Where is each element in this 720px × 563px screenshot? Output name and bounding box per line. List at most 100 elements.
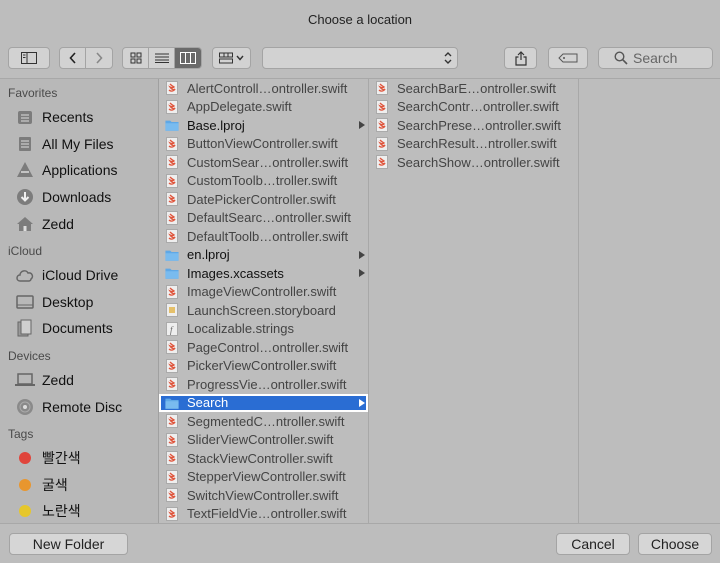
swift-file-icon (165, 192, 187, 207)
sidebar-item-desktop[interactable]: Desktop (0, 289, 158, 316)
file-name-label: DatePickerController.swift (187, 191, 336, 207)
file-row-localizable-strings[interactable]: f Localizable.strings (159, 320, 368, 339)
sidebar-item-label: Documents (42, 320, 113, 337)
folder-icon (165, 118, 187, 132)
file-row-stackviewcontroller-swift[interactable]: StackViewController.swift (159, 449, 368, 468)
file-name-label: Base.lproj (187, 117, 245, 133)
swift-file-icon (165, 451, 187, 466)
chevron-down-icon (236, 55, 244, 61)
sidebar-item-documents[interactable]: Documents (0, 315, 158, 342)
sidebar-item-label: iCloud Drive (42, 267, 119, 284)
new-folder-button[interactable]: New Folder (9, 533, 128, 555)
sidebar-item-all-my-files[interactable]: All My Files (0, 131, 158, 158)
list-view-button[interactable] (149, 48, 175, 68)
file-row-searchbare-ontroller-swift[interactable]: SearchBarE…ontroller.swift (369, 79, 578, 98)
chevron-left-icon (68, 52, 76, 64)
swift-file-icon (165, 432, 187, 447)
folder-row-search[interactable]: Search (159, 393, 368, 412)
sidebar-item-applications[interactable]: Applications (0, 157, 158, 184)
swift-file-icon (165, 469, 187, 484)
swift-file-icon (165, 284, 187, 299)
column-view-button[interactable] (175, 48, 201, 68)
home-icon (15, 215, 35, 233)
file-row-segmentedc-ntroller-swift[interactable]: SegmentedC…ntroller.swift (159, 412, 368, 431)
sidebar-item-home[interactable]: Zedd (0, 210, 158, 237)
tag-button[interactable] (548, 47, 588, 69)
swift-file-icon (375, 136, 397, 151)
sidebar-item-remote-disc[interactable]: Remote Disc (0, 393, 158, 420)
sidebar-item-label: Applications (42, 162, 118, 179)
sidebar-item-icloud-drive[interactable]: iCloud Drive (0, 262, 158, 289)
recents-icon (15, 108, 35, 126)
sidebar-item-recents[interactable]: Recents (0, 104, 158, 131)
file-row-imageviewcontroller-swift[interactable]: ImageViewController.swift (159, 283, 368, 302)
file-row-customtoolb-troller-swift[interactable]: CustomToolb…troller.swift (159, 172, 368, 191)
swift-file-icon (375, 118, 397, 133)
location-popup[interactable] (262, 47, 458, 69)
file-row-launchscreen-storyboard[interactable]: LaunchScreen.storyboard (159, 301, 368, 320)
share-button[interactable] (504, 47, 537, 69)
sidebar-item-tag-yellow[interactable]: 노란색 (0, 498, 158, 523)
file-row-stepperviewcontroller-swift[interactable]: StepperViewController.swift (159, 468, 368, 487)
sidebar-item-tag-orange[interactable]: 굴색 (0, 472, 158, 499)
file-name-label: ImageViewController.swift (187, 284, 337, 300)
sidebar-item-tag-red[interactable]: 빨간색 (0, 445, 158, 472)
file-name-label: SearchResult…ntroller.swift (397, 136, 557, 152)
search-icon (614, 51, 628, 65)
icon-view-button[interactable] (123, 48, 149, 68)
file-row-sliderviewcontroller-swift[interactable]: SliderViewController.swift (159, 431, 368, 450)
folder-row-base-lproj[interactable]: Base.lproj (159, 116, 368, 135)
folder-row-images-xcassets[interactable]: Images.xcassets (159, 264, 368, 283)
forward-button[interactable] (86, 48, 112, 68)
file-row-searchprese-ontroller-swift[interactable]: SearchPrese…ontroller.swift (369, 116, 578, 135)
back-forward-control (59, 47, 113, 69)
file-row-datepickercontroller-swift[interactable]: DatePickerController.swift (159, 190, 368, 209)
file-name-label: LaunchScreen.storyboard (187, 302, 336, 318)
updown-chevron-icon (444, 52, 452, 64)
file-row-defaulttoolb-ontroller-swift[interactable]: DefaultToolb…ontroller.swift (159, 227, 368, 246)
columns-icon (180, 52, 196, 64)
file-row-pickerviewcontroller-swift[interactable]: PickerViewController.swift (159, 357, 368, 376)
file-row-defaultsearc-ontroller-swift[interactable]: DefaultSearc…ontroller.swift (159, 209, 368, 228)
file-row-searchresult-ntroller-swift[interactable]: SearchResult…ntroller.swift (369, 135, 578, 154)
list-icon (154, 53, 169, 63)
file-row-alertcontroll-ontroller-swift[interactable]: AlertControll…ontroller.swift (159, 79, 368, 98)
arrange-menu-button[interactable] (212, 47, 251, 69)
chevron-right-icon (96, 52, 103, 64)
file-name-label: CustomToolb…troller.swift (187, 173, 338, 189)
file-row-switchviewcontroller-swift[interactable]: SwitchViewController.swift (159, 486, 368, 505)
choose-button[interactable]: Choose (638, 533, 712, 555)
sidebar-toggle-button[interactable] (8, 47, 50, 69)
browser-column-3[interactable] (579, 79, 720, 523)
back-button[interactable] (60, 48, 86, 68)
file-row-buttonviewcontroller-swift[interactable]: ButtonViewController.swift (159, 135, 368, 154)
sidebar-section-devices: Devices (8, 348, 51, 363)
swift-file-icon (165, 488, 187, 503)
swift-file-icon (375, 81, 397, 96)
file-row-pagecontrol-ontroller-swift[interactable]: PageControl…ontroller.swift (159, 338, 368, 357)
share-icon (514, 50, 527, 66)
swift-file-icon (375, 155, 397, 170)
file-row-textfieldvie-ontroller-swift[interactable]: TextFieldVie…ontroller.swift (159, 505, 368, 524)
swift-file-icon (165, 99, 187, 114)
folder-icon (165, 396, 187, 410)
file-row-customsear-ontroller-swift[interactable]: CustomSear…ontroller.swift (159, 153, 368, 172)
sidebar-item-downloads[interactable]: Downloads (0, 184, 158, 211)
browser-column-2[interactable]: SearchBarE…ontroller.swift SearchContr…on… (369, 79, 579, 523)
search-field[interactable]: Search (598, 47, 713, 69)
sidebar: Favorites Recents All My Files Applicati… (0, 79, 159, 523)
file-row-searchshow-ontroller-swift[interactable]: SearchShow…ontroller.swift (369, 153, 578, 172)
file-name-label: SearchShow…ontroller.swift (397, 154, 560, 170)
swift-file-icon (165, 155, 187, 170)
sidebar-item-label: 빨간색 (42, 450, 81, 467)
file-row-searchcontr-ontroller-swift[interactable]: SearchContr…ontroller.swift (369, 98, 578, 117)
cancel-button[interactable]: Cancel (556, 533, 630, 555)
swift-file-icon (165, 136, 187, 151)
file-row-progressvie-ontroller-swift[interactable]: ProgressVie…ontroller.swift (159, 375, 368, 394)
file-row-appdelegate-swift[interactable]: AppDelegate.swift (159, 98, 368, 117)
folder-row-en-lproj[interactable]: en.lproj (159, 246, 368, 265)
dialog-title: Choose a location (307, 12, 413, 27)
browser-column-1[interactable]: AlertControll…ontroller.swift AppDelegate… (159, 79, 369, 523)
yellow-tag-dot-icon (15, 502, 35, 520)
sidebar-item-zedd-device[interactable]: Zedd (0, 367, 158, 394)
